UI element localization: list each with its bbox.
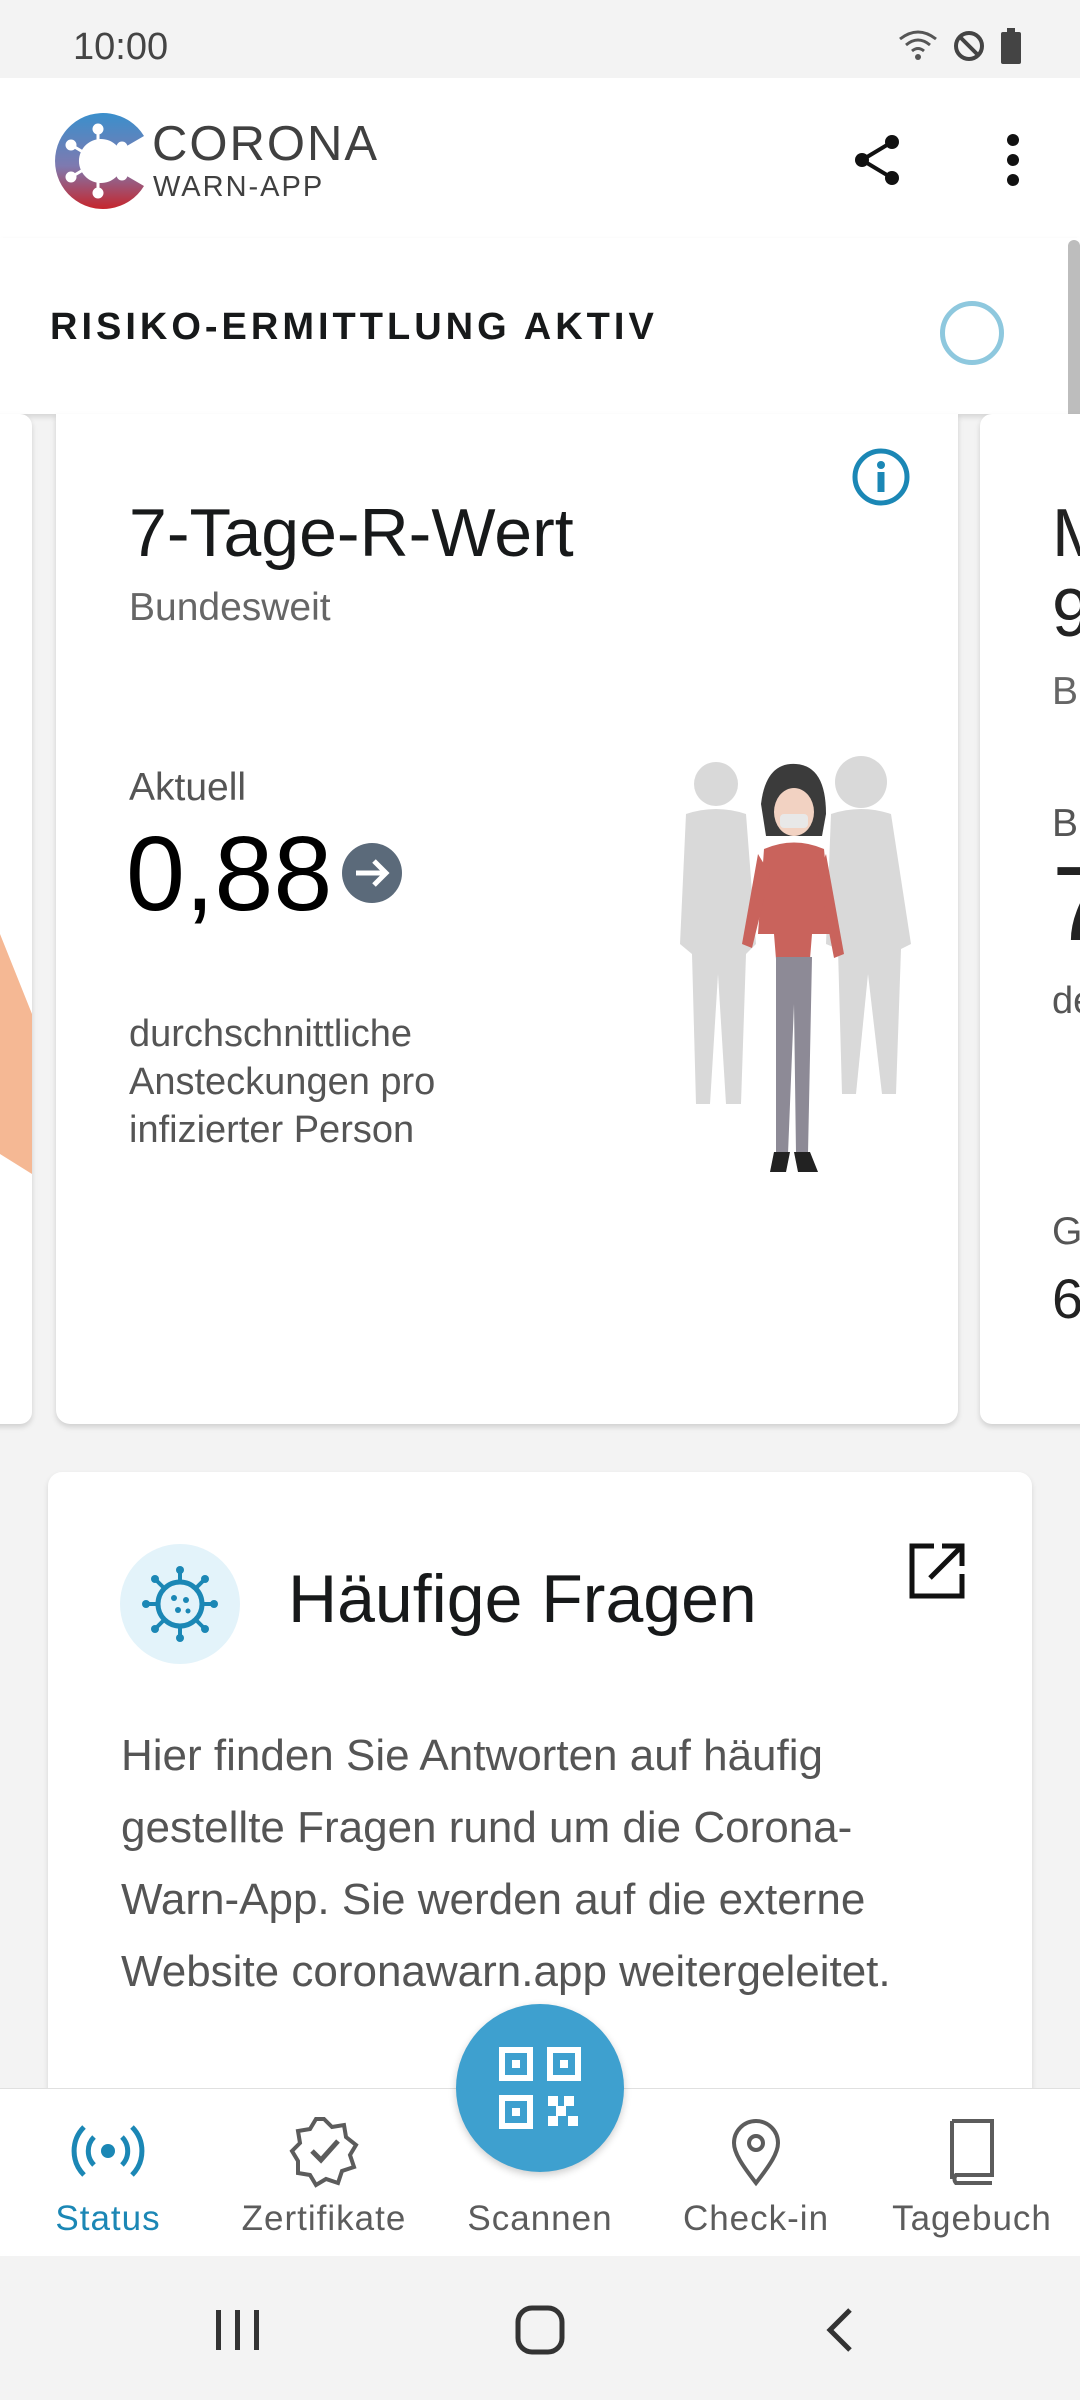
status-time: 10:00 <box>73 26 169 68</box>
peek-description: de <box>1052 980 1080 1022</box>
nav-label-status: Status <box>55 2199 161 2238</box>
trend-stable-icon <box>342 843 402 903</box>
statistics-card-r-value[interactable]: 7-Tage-R-Wert Bundesweit Aktuell 0,88 du… <box>56 414 958 1424</box>
broadcast-icon <box>71 2125 145 2177</box>
corona-warn-app-logo <box>55 113 144 209</box>
faq-description: Hier finden Sie Antworten auf häufig ges… <box>121 1731 891 1996</box>
brand-subname: WARN-APP <box>153 171 325 203</box>
virus-icon-container <box>120 1544 240 1664</box>
virus-icon <box>142 1566 218 1642</box>
location-pin-icon <box>731 2119 781 2187</box>
peek-title-line2: 9 <box>1052 575 1080 651</box>
status-icons <box>898 28 1022 64</box>
risk-status-label: RISIKO-ERMITTLUNG AKTIV <box>50 306 658 348</box>
nav-label-scan: Scannen <box>467 2199 613 2238</box>
do-not-disturb-icon <box>954 31 984 61</box>
nav-item-certificates[interactable]: Zertifikate <box>216 2089 432 2257</box>
brand-name: CORONA <box>152 117 380 171</box>
peek-value: 7 <box>1052 844 1080 965</box>
nav-label-check-in: Check-in <box>682 2199 830 2238</box>
book-icon <box>950 2119 994 2185</box>
risk-status-bar[interactable]: RISIKO-ERMITTLUNG AKTIV <box>0 238 1080 414</box>
peek-secondary-value: 6 <box>1052 1267 1080 1330</box>
nav-item-check-in[interactable]: Check-in <box>648 2089 864 2257</box>
peek-secondary-label: G <box>1052 1210 1080 1253</box>
app-header: CORONA WARN-APP <box>0 78 1080 238</box>
info-icon[interactable] <box>850 446 912 508</box>
card-description: durchschnittliche Ansteckungen pro infiz… <box>129 1013 436 1151</box>
nav-label-diary: Tagebuch <box>892 2199 1052 2238</box>
current-label: Aktuell <box>129 766 247 809</box>
statistics-card-next[interactable]: M 9 B B 7 de G 6 <box>980 414 1080 1424</box>
battery-icon <box>1001 28 1021 64</box>
peek-label: B <box>1052 802 1079 845</box>
peek-subtitle: B <box>1052 670 1079 713</box>
scan-qr-button[interactable] <box>456 2004 624 2172</box>
nav-item-diary[interactable]: Tagebuch <box>864 2089 1080 2257</box>
card-title: 7-Tage-R-Wert <box>129 495 574 571</box>
back-icon[interactable] <box>812 2300 872 2360</box>
system-navigation-bar <box>0 2256 1080 2400</box>
risk-progress-icon <box>940 301 1004 365</box>
nav-label-certificates: Zertifikate <box>241 2199 407 2238</box>
wifi-icon <box>899 30 937 60</box>
external-link-icon[interactable] <box>904 1538 970 1604</box>
statistics-card-previous[interactable] <box>0 414 32 1424</box>
home-icon[interactable] <box>510 2300 570 2360</box>
more-vert-icon[interactable] <box>988 130 1038 190</box>
status-bar: 10:00 <box>0 0 1080 78</box>
recent-apps-icon[interactable] <box>208 2300 268 2360</box>
nav-item-status[interactable]: Status <box>0 2089 216 2257</box>
people-illustration <box>680 756 911 1172</box>
faq-title: Häufige Fragen <box>288 1561 757 1637</box>
certificate-icon <box>289 2117 359 2188</box>
share-icon[interactable] <box>848 130 908 190</box>
illustration-fragment <box>0 934 32 1174</box>
r-value: 0,88 <box>126 815 333 933</box>
qr-code-icon <box>499 2047 581 2129</box>
card-subtitle: Bundesweit <box>129 586 331 629</box>
peek-title-line1: M <box>1052 494 1080 572</box>
